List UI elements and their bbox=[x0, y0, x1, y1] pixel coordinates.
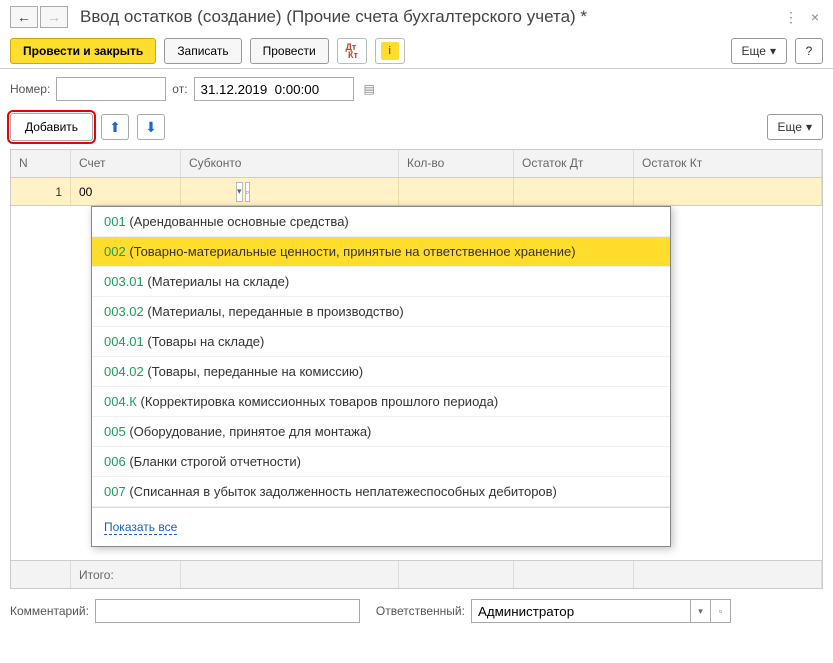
responsible-open-button[interactable]: ▫ bbox=[711, 599, 731, 623]
dropdown-item-code: 004.01 bbox=[104, 334, 144, 349]
responsible-input[interactable] bbox=[471, 599, 691, 623]
column-debit[interactable]: Остаток Дт bbox=[514, 150, 634, 177]
dropdown-item-code: 004.К bbox=[104, 394, 137, 409]
comment-label: Комментарий: bbox=[10, 604, 89, 618]
report-button[interactable]: i bbox=[375, 38, 405, 64]
comment-input[interactable] bbox=[95, 599, 360, 623]
save-button[interactable]: Записать bbox=[164, 38, 241, 64]
column-n[interactable]: N bbox=[11, 150, 71, 177]
dropdown-item-desc: (Арендованные основные средства) bbox=[126, 214, 349, 229]
post-button[interactable]: Провести bbox=[250, 38, 329, 64]
menu-dots-icon[interactable]: ⋮ bbox=[783, 9, 799, 25]
dropdown-item-004.01[interactable]: 004.01 (Товары на складе) bbox=[92, 327, 670, 357]
show-all-link[interactable]: Показать все bbox=[104, 520, 177, 535]
more-button-table[interactable]: Еще▾ bbox=[767, 114, 823, 140]
dropdown-item-desc: (Товары, переданные на комиссию) bbox=[144, 364, 363, 379]
dropdown-item-004.К[interactable]: 004.К (Корректировка комиссионных товаро… bbox=[92, 387, 670, 417]
dropdown-item-desc: (Списанная в убыток задолженность неплат… bbox=[126, 484, 557, 499]
table-header: N Счет Субконто Кол-во Остаток Дт Остато… bbox=[11, 150, 822, 178]
dropdown-item-desc: (Товары на складе) bbox=[144, 334, 265, 349]
column-subconto[interactable]: Субконто bbox=[181, 150, 399, 177]
date-input[interactable] bbox=[194, 77, 354, 101]
cell-subconto[interactable] bbox=[181, 178, 399, 205]
account-dropdown: 001 (Арендованные основные средства)002 … bbox=[91, 206, 671, 547]
help-button[interactable]: ? bbox=[795, 38, 823, 64]
totals-label: Итого: bbox=[71, 561, 181, 588]
cell-qty[interactable] bbox=[399, 178, 514, 205]
number-input[interactable] bbox=[56, 77, 166, 101]
column-qty[interactable]: Кол-во bbox=[399, 150, 514, 177]
dropdown-item-002[interactable]: 002 (Товарно-материальные ценности, прин… bbox=[92, 237, 670, 267]
dropdown-item-desc: (Товарно-материальные ценности, принятые… bbox=[126, 244, 576, 259]
dropdown-item-006[interactable]: 006 (Бланки строгой отчетности) bbox=[92, 447, 670, 477]
more-button-top[interactable]: Еще▾ bbox=[731, 38, 787, 64]
dropdown-item-desc: (Корректировка комиссионных товаров прош… bbox=[137, 394, 498, 409]
dropdown-item-code: 003.02 bbox=[104, 304, 144, 319]
responsible-dropdown-button[interactable]: ▾ bbox=[691, 599, 711, 623]
cell-debit[interactable] bbox=[514, 178, 634, 205]
responsible-label: Ответственный: bbox=[376, 604, 465, 618]
chevron-down-icon: ▾ bbox=[806, 120, 812, 134]
dropdown-item-code: 007 bbox=[104, 484, 126, 499]
cell-credit[interactable] bbox=[634, 178, 822, 205]
number-label: Номер: bbox=[10, 82, 50, 96]
chevron-down-icon: ▾ bbox=[770, 44, 776, 58]
dropdown-item-code: 003.01 bbox=[104, 274, 144, 289]
dropdown-item-desc: (Бланки строгой отчетности) bbox=[126, 454, 301, 469]
dropdown-item-004.02[interactable]: 004.02 (Товары, переданные на комиссию) bbox=[92, 357, 670, 387]
cell-n[interactable]: 1 bbox=[11, 178, 71, 205]
move-up-button[interactable]: ⬆ bbox=[101, 114, 129, 140]
dropdown-item-003.02[interactable]: 003.02 (Материалы, переданные в производ… bbox=[92, 297, 670, 327]
date-label: от: bbox=[172, 82, 187, 96]
move-down-button[interactable]: ⬇ bbox=[137, 114, 165, 140]
dropdown-item-code: 004.02 bbox=[104, 364, 144, 379]
close-icon[interactable]: × bbox=[807, 9, 823, 25]
table-row[interactable]: 1 ▾ ▫ bbox=[11, 178, 822, 206]
column-account[interactable]: Счет bbox=[71, 150, 181, 177]
calendar-icon[interactable]: ▤ bbox=[364, 82, 375, 96]
dropdown-item-desc: (Оборудование, принятое для монтажа) bbox=[126, 424, 372, 439]
dt-kt-button[interactable]: Дт Кт bbox=[337, 38, 367, 64]
dropdown-item-003.01[interactable]: 003.01 (Материалы на складе) bbox=[92, 267, 670, 297]
nav-back-button[interactable]: ← bbox=[10, 6, 38, 28]
dropdown-item-desc: (Материалы на складе) bbox=[144, 274, 289, 289]
totals-row: Итого: bbox=[11, 560, 822, 588]
nav-forward-button[interactable]: → bbox=[40, 6, 68, 28]
dropdown-item-code: 001 bbox=[104, 214, 126, 229]
dropdown-item-code: 005 bbox=[104, 424, 126, 439]
dropdown-item-007[interactable]: 007 (Списанная в убыток задолженность не… bbox=[92, 477, 670, 507]
dropdown-item-desc: (Материалы, переданные в производство) bbox=[144, 304, 404, 319]
add-button[interactable]: Добавить bbox=[10, 113, 93, 141]
column-credit[interactable]: Остаток Кт bbox=[634, 150, 822, 177]
dropdown-item-001[interactable]: 001 (Арендованные основные средства) bbox=[92, 207, 670, 237]
cell-account[interactable]: ▾ ▫ bbox=[71, 178, 181, 205]
dropdown-item-code: 006 bbox=[104, 454, 126, 469]
dropdown-item-005[interactable]: 005 (Оборудование, принятое для монтажа) bbox=[92, 417, 670, 447]
post-and-close-button[interactable]: Провести и закрыть bbox=[10, 38, 156, 64]
dropdown-item-code: 002 bbox=[104, 244, 126, 259]
page-title: Ввод остатков (создание) (Прочие счета б… bbox=[80, 7, 783, 27]
